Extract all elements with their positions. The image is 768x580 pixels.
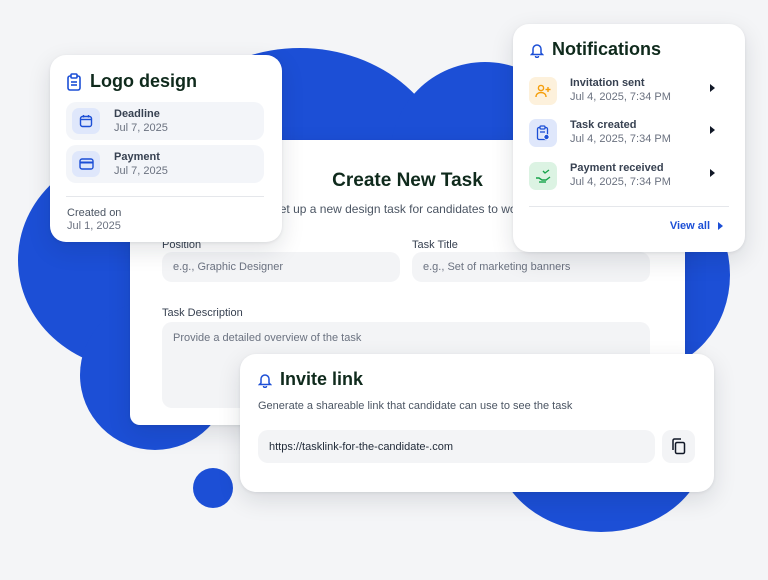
notifications-header: Notifications (530, 39, 661, 60)
notification-item[interactable]: Task created Jul 4, 2025, 7:34 PM (529, 117, 729, 151)
credit-card-icon (72, 151, 100, 177)
notification-title: Payment received (570, 162, 664, 174)
notifications-card: Notifications Invitation sent Jul 4, 202… (513, 24, 745, 252)
notification-title: Invitation sent (570, 77, 645, 89)
payment-label: Payment (114, 151, 160, 163)
notification-time: Jul 4, 2025, 7:34 PM (570, 133, 671, 145)
bell-icon (530, 42, 544, 58)
notification-title: Task created (570, 119, 637, 131)
copy-button[interactable] (662, 430, 695, 463)
notification-time: Jul 4, 2025, 7:34 PM (570, 91, 671, 103)
chevron-right-icon (718, 222, 723, 230)
task-description-label: Task Description (162, 307, 243, 319)
view-all-label: View all (669, 220, 710, 232)
view-all-link[interactable]: View all (670, 220, 723, 232)
user-add-icon (529, 77, 557, 105)
notification-item[interactable]: Payment received Jul 4, 2025, 7:34 PM (529, 160, 729, 194)
payment-value: Jul 7, 2025 (114, 165, 168, 177)
notifications-title: Notifications (552, 39, 662, 59)
calendar-icon (72, 108, 100, 134)
clipboard-icon (66, 72, 82, 91)
deadline-value: Jul 7, 2025 (114, 122, 168, 134)
divider (529, 206, 729, 207)
task-title-label: Task Title (412, 239, 458, 251)
chevron-right-icon (710, 126, 715, 134)
notification-time: Jul 4, 2025, 7:34 PM (570, 176, 671, 188)
copy-icon (671, 438, 686, 455)
money-hand-icon (529, 162, 557, 190)
divider (66, 196, 264, 197)
deadline-row: Deadline Jul 7, 2025 (66, 102, 264, 140)
position-input[interactable]: e.g., Graphic Designer (162, 252, 400, 282)
notification-item[interactable]: Invitation sent Jul 4, 2025, 7:34 PM (529, 75, 729, 109)
chevron-right-icon (710, 84, 715, 92)
payment-row: Payment Jul 7, 2025 (66, 145, 264, 183)
logo-card-title: Logo design (90, 71, 197, 91)
logo-card-header: Logo design (66, 71, 197, 92)
created-on-value: Jul 1, 2025 (67, 220, 121, 232)
task-title-input[interactable]: e.g., Set of marketing banners (412, 252, 650, 282)
bell-icon (258, 372, 272, 388)
chevron-right-icon (710, 169, 715, 177)
invite-header: Invite link (258, 369, 363, 390)
deadline-label: Deadline (114, 108, 160, 120)
invite-subtitle: Generate a shareable link that candidate… (258, 400, 573, 412)
invite-link-field[interactable]: https://tasklink-for-the-candidate-.com (258, 430, 655, 463)
invite-title: Invite link (280, 369, 364, 389)
logo-design-card: Logo design Deadline Jul 7, 2025 Payment… (50, 55, 282, 242)
created-on-label: Created on (67, 207, 122, 219)
invite-link-card: Invite link Generate a shareable link th… (240, 354, 714, 492)
clipboard-clock-icon (529, 119, 557, 147)
